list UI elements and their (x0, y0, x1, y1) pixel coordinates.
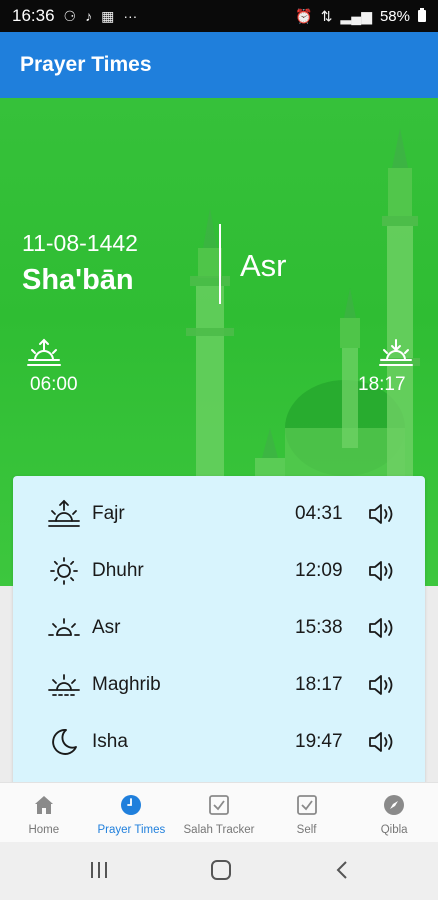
battery-icon (418, 8, 426, 22)
nav-label: Salah Tracker (183, 824, 255, 836)
sync-icon: ⚆ (63, 7, 77, 24)
prayer-time: 12:09 (295, 560, 343, 581)
signal-icon: ▂▄▆ (340, 7, 372, 24)
nav-prayer-times[interactable]: Prayer Times (88, 783, 176, 842)
dhuhr-icon (47, 555, 81, 587)
prayer-name: Dhuhr (92, 560, 144, 581)
prayer-row-fajr: Fajr 04:31 (13, 494, 425, 534)
prayer-time: 19:47 (295, 731, 343, 752)
prayer-row-asr: Asr 15:38 (13, 608, 425, 648)
checkbox-icon (295, 793, 319, 817)
nav-label: Home (28, 824, 60, 836)
hijri-month: Sha'bān (22, 264, 134, 296)
back-icon[interactable] (334, 860, 350, 885)
app-bar: Prayer Times (0, 32, 438, 98)
status-time: 16:36 (12, 6, 55, 25)
prayer-row-maghrib: Maghrib 18:17 (13, 665, 425, 705)
nav-qibla[interactable]: Qibla (350, 783, 438, 842)
recents-icon[interactable] (88, 860, 110, 885)
sunrise-icon (26, 338, 62, 368)
home-icon (32, 793, 56, 817)
nav-label: Qibla (380, 824, 408, 836)
current-prayer: Asr (240, 248, 287, 283)
prayer-times-card: Fajr 04:31 Dhuhr 12:09 Asr 15:38 Maghrib… (13, 476, 425, 786)
nav-label: Prayer Times (97, 824, 166, 836)
speaker-icon[interactable] (367, 615, 397, 641)
prayer-time: 15:38 (295, 617, 343, 638)
nav-home[interactable]: Home (0, 783, 88, 842)
speaker-icon[interactable] (367, 672, 397, 698)
fajr-icon (47, 498, 81, 530)
prayer-row-dhuhr: Dhuhr 12:09 (13, 551, 425, 591)
home-button-icon[interactable] (210, 860, 232, 885)
checkbox-icon (207, 793, 231, 817)
asr-icon (47, 612, 81, 644)
prayer-name: Fajr (92, 503, 125, 524)
maghrib-icon (47, 669, 81, 701)
prayer-name: Isha (92, 731, 128, 752)
system-navigation-bar (0, 842, 438, 900)
isha-icon (47, 726, 81, 758)
news-icon: ▦ (101, 7, 115, 24)
speaker-icon[interactable] (367, 558, 397, 584)
nav-self[interactable]: Self (263, 783, 351, 842)
tiktok-icon: ♪ (85, 8, 93, 24)
status-bar: 16:36 ⚆ ♪ ▦ ··· ⏰ ⇅ ▂▄▆ 58% (0, 0, 438, 32)
prayer-time: 18:17 (295, 674, 343, 695)
speaker-icon[interactable] (367, 501, 397, 527)
prayer-row-isha: Isha 19:47 (13, 722, 425, 762)
more-icon: ··· (123, 8, 138, 24)
nav-salah-tracker[interactable]: Salah Tracker (175, 783, 263, 842)
sunset-time: 18:17 (358, 374, 406, 395)
battery-percent: 58% (379, 7, 410, 25)
prayer-name: Maghrib (92, 674, 161, 695)
speaker-icon[interactable] (367, 729, 397, 755)
clock-icon (119, 793, 143, 817)
hero-divider (219, 224, 221, 304)
sunrise-time: 06:00 (30, 374, 78, 395)
alarm-icon: ⏰ (295, 7, 313, 24)
prayer-time: 04:31 (295, 503, 343, 524)
prayer-name: Asr (92, 617, 121, 638)
nav-label: Self (296, 824, 317, 836)
data-icon: ⇅ (320, 7, 333, 24)
hijri-date: 11-08-1442 (22, 230, 138, 256)
page-title: Prayer Times (20, 53, 152, 76)
sunset-icon (378, 338, 414, 368)
compass-icon (382, 793, 406, 817)
bottom-navigation: Home Prayer Times Salah Tracker Self Qib… (0, 782, 438, 842)
